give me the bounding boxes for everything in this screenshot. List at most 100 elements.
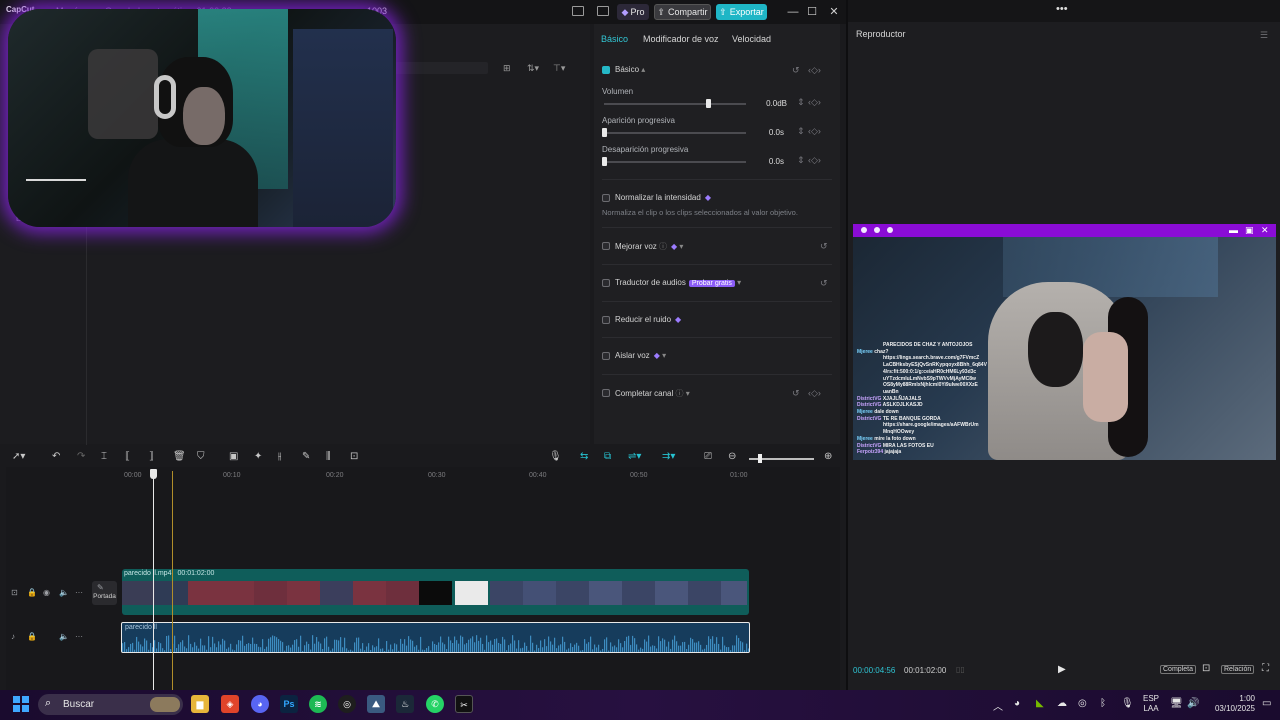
brave-browser-icon[interactable]: ◈: [221, 695, 239, 713]
spotify-icon[interactable]: ≋: [309, 695, 327, 713]
stepper-icon[interactable]: ⇕: [797, 97, 805, 108]
close-icon[interactable]: ✕: [827, 5, 841, 19]
cloud-icon[interactable]: ☁: [1057, 698, 1067, 709]
share-button[interactable]: ⇪ Compartir: [654, 4, 711, 20]
speaker-icon[interactable]: 🔊: [1187, 698, 1199, 709]
magic-icon[interactable]: ✎: [302, 451, 310, 462]
network-icon[interactable]: 🖥: [1170, 698, 1183, 709]
caption-icon[interactable]: ⎚: [704, 451, 712, 462]
shield-icon[interactable]: ⛉: [197, 451, 205, 462]
keyframe-icon[interactable]: ‹◇›: [808, 97, 821, 108]
pro-button[interactable]: ◆ Pro: [617, 4, 649, 20]
steam-icon[interactable]: ♨: [396, 695, 414, 713]
chevron-up-icon[interactable]: ▴: [641, 65, 645, 74]
audio-translator-checkbox[interactable]: [602, 279, 610, 287]
stepper-icon[interactable]: ⇕: [797, 126, 805, 137]
keyframe-icon[interactable]: ‹◇›: [808, 155, 821, 166]
menu-icon[interactable]: ☰: [1260, 30, 1268, 41]
photoshop-icon[interactable]: Ps: [280, 695, 298, 713]
redo-icon[interactable]: ↷: [77, 451, 85, 462]
crop-icon[interactable]: ⊡: [350, 451, 358, 462]
zoom-slider-knob[interactable]: [758, 454, 762, 463]
info-icon[interactable]: ⓘ: [675, 389, 683, 398]
photos-icon[interactable]: ⛰: [367, 695, 385, 713]
complete-channel-checkbox[interactable]: [602, 389, 610, 397]
tab-voice-changer[interactable]: Modificador de voz: [643, 34, 719, 44]
minimize-icon[interactable]: —: [786, 5, 800, 19]
chrome-tray-icon[interactable]: ◎: [1078, 698, 1087, 709]
timecode-icon[interactable]: ▯▯: [956, 665, 965, 674]
volume-slider-knob[interactable]: [706, 99, 711, 108]
lock-icon[interactable]: 🔒: [27, 588, 37, 597]
delete-icon[interactable]: 🗑: [173, 451, 186, 462]
layout-icon[interactable]: [572, 6, 584, 16]
keyframe-icon[interactable]: ‹◇›: [808, 65, 821, 76]
cover-button[interactable]: Portada: [92, 581, 117, 605]
chevron-down-icon[interactable]: ▾: [679, 242, 683, 251]
fade-in-value[interactable]: 0.0s: [754, 128, 784, 137]
reset-icon[interactable]: ↺: [820, 278, 828, 289]
lock-icon[interactable]: 🔒: [27, 632, 37, 641]
playhead[interactable]: [153, 471, 154, 690]
playhead-handle[interactable]: [150, 469, 157, 479]
tab-speed[interactable]: Velocidad: [732, 34, 771, 44]
basic-checkbox[interactable]: [602, 66, 610, 74]
adjust-icon[interactable]: ⫲: [278, 451, 281, 462]
fade-in-slider-knob[interactable]: [602, 128, 607, 137]
reset-icon[interactable]: ↺: [820, 241, 828, 252]
aspect-ratio-button[interactable]: Relación: [1221, 665, 1255, 674]
ai-effect-icon[interactable]: ✦: [254, 451, 262, 462]
play-icon[interactable]: ▶: [1058, 664, 1066, 675]
audio-split-icon[interactable]: ⫼: [326, 451, 331, 462]
shortcut-icon[interactable]: [597, 6, 609, 16]
denoise-checkbox[interactable]: [602, 316, 610, 324]
volume-icon[interactable]: 🔈: [59, 632, 69, 641]
fade-in-slider[interactable]: [604, 132, 746, 134]
undo-icon[interactable]: ↶: [52, 451, 60, 462]
taskbar-search[interactable]: ⌕ Buscar: [38, 694, 183, 715]
eye-icon[interactable]: ◉: [43, 588, 50, 597]
zoom-in-icon[interactable]: ⊕: [824, 451, 832, 462]
volume-value[interactable]: 0.0dB: [757, 99, 787, 108]
more-icon[interactable]: ···: [75, 588, 83, 597]
more-icon[interactable]: ···: [75, 632, 83, 641]
microphone-tray-icon[interactable]: 🎙: [1121, 698, 1134, 709]
microphone-icon[interactable]: 🎙: [549, 451, 562, 462]
chevron-down-icon[interactable]: ▾: [737, 278, 741, 287]
sort-icon[interactable]: ⇅▾: [527, 63, 539, 74]
audio-clip[interactable]: parecido ll: [121, 622, 750, 653]
input-language[interactable]: ESP LAA: [1143, 694, 1159, 714]
try-free-badge[interactable]: Probar gratis: [688, 280, 735, 287]
chevron-down-icon[interactable]: ▾: [662, 351, 666, 360]
file-explorer-icon[interactable]: ▆: [191, 695, 209, 713]
fit-screen-icon[interactable]: ⊡: [1202, 663, 1210, 674]
chevron-down-icon[interactable]: ▾: [686, 389, 690, 398]
volume-slider[interactable]: [604, 103, 746, 105]
export-button[interactable]: ⇧ Exportar: [716, 4, 767, 20]
link-clips-icon[interactable]: ⇌▾: [628, 451, 641, 462]
split-icon[interactable]: ⌶: [101, 451, 107, 462]
media-search-input[interactable]: [395, 62, 488, 74]
keyframe-icon[interactable]: ‹◇›: [808, 126, 821, 137]
grid-view-icon[interactable]: ⊞: [503, 63, 511, 74]
fade-out-slider[interactable]: [604, 161, 746, 163]
chrome-icon[interactable]: ◎: [338, 695, 356, 713]
split-left-icon[interactable]: ⟦: [125, 451, 130, 462]
tab-basic[interactable]: Básico: [601, 34, 628, 44]
normalize-checkbox[interactable]: [602, 194, 610, 202]
nvidia-icon[interactable]: ◣: [1036, 698, 1044, 709]
more-options-icon[interactable]: •••: [1056, 3, 1068, 15]
zoom-out-icon[interactable]: ⊖: [728, 451, 736, 462]
keyframe-icon[interactable]: ‹◇›: [808, 388, 821, 399]
discord-icon[interactable]: ◕: [251, 695, 269, 713]
isolate-voice-checkbox[interactable]: [602, 352, 610, 360]
whatsapp-icon[interactable]: ✆: [426, 695, 444, 713]
filter-icon[interactable]: ⊤▾: [553, 63, 565, 74]
bluetooth-icon[interactable]: ᛒ: [1100, 698, 1106, 709]
capcut-taskbar-icon[interactable]: ✂: [455, 695, 473, 713]
notification-icon[interactable]: ▭: [1262, 698, 1271, 709]
fade-out-slider-knob[interactable]: [602, 157, 607, 166]
preview-axis-icon[interactable]: ⇉▾: [662, 451, 675, 462]
reset-icon[interactable]: ↺: [792, 65, 800, 76]
volume-icon[interactable]: 🔈: [59, 588, 69, 597]
